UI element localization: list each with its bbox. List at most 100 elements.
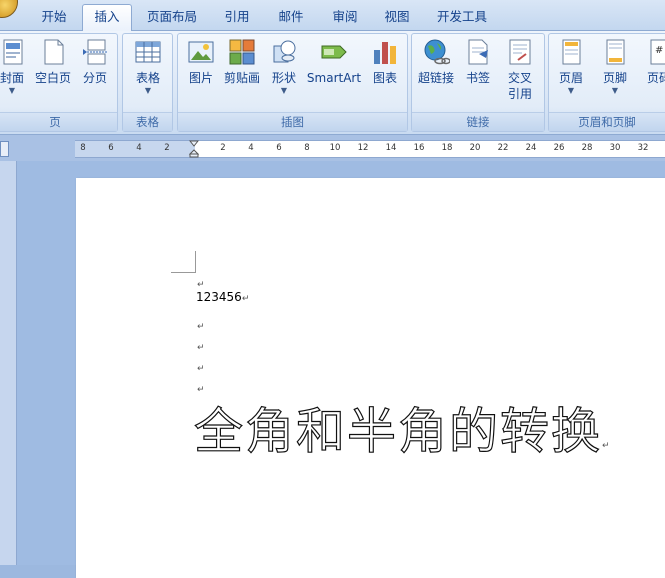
crop-mark (171, 272, 195, 273)
group-links-label: 链接 (412, 112, 544, 131)
chart-label: 图表 (372, 71, 397, 85)
group-pages-label: 页 (0, 112, 117, 131)
page-break-label: 分页 (82, 71, 107, 85)
blank-page-icon (39, 38, 67, 66)
document-workspace: ↵ 123456↵ ↵ ↵ ↵ ↵ 全角和半角的转换↵ (0, 161, 665, 578)
hyperlink-button[interactable]: 超链接 (414, 36, 458, 86)
bookmark-button[interactable]: 书签 (460, 36, 496, 86)
ruler-tick-label: 16 (413, 143, 425, 153)
clipart-label: 剪贴画 (223, 71, 260, 85)
chevron-down-icon: ▼ (280, 86, 288, 95)
shapes-icon (270, 38, 298, 66)
hyperlink-label: 超链接 (417, 71, 454, 85)
group-header-footer-label: 页眉和页脚 (549, 112, 665, 131)
chevron-down-icon: ▼ (611, 86, 619, 95)
footer-button[interactable]: 页脚 ▼ (595, 36, 635, 96)
ruler-tick-label: 10 (329, 143, 341, 153)
tab-review[interactable]: 审阅 (322, 5, 368, 30)
ruler-tick-label: 2 (220, 143, 226, 153)
smartart-icon (320, 38, 348, 66)
clipart-button[interactable]: 剪贴画 (222, 36, 262, 86)
horizontal-ruler[interactable]: 8 6 4 2 2 4 6 8 10 12 14 16 18 20 22 24 … (75, 140, 665, 158)
heading-content: 全角和半角的转换 (193, 402, 603, 460)
page-number-icon: # (645, 38, 665, 66)
paragraph-mark: ↵ (241, 294, 250, 304)
ruler-tick-label: 28 (581, 143, 593, 153)
blank-page-button[interactable]: 空白页 (33, 36, 73, 86)
picture-label: 图片 (188, 71, 213, 85)
table-button[interactable]: 表格 ▼ (128, 36, 168, 96)
vertical-ruler[interactable] (0, 161, 17, 565)
tab-mailings[interactable]: 邮件 (268, 5, 314, 30)
ruler-tick-label: 14 (385, 143, 397, 153)
cover-page-button[interactable]: 封面 ▼ (0, 36, 29, 96)
ruler-tick-label: 8 (304, 143, 310, 153)
tab-developer[interactable]: 开发工具 (428, 5, 496, 30)
page-break-button[interactable]: 分页 (77, 36, 113, 86)
chart-button[interactable]: 图表 (366, 36, 404, 86)
tab-selector[interactable] (0, 141, 9, 157)
header-button[interactable]: 页眉 ▼ (551, 36, 591, 96)
group-pages: 封面 ▼ 空白页 分页 页 (0, 33, 118, 132)
ruler-tick-label: 4 (248, 143, 254, 153)
outlined-heading-text: 全角和半角的转换↵ (193, 392, 610, 463)
group-tables: 表格 ▼ 表格 (122, 33, 173, 132)
ruler-tick-label: 18 (441, 143, 453, 153)
cross-reference-icon (506, 38, 534, 66)
table-icon (134, 38, 162, 66)
footer-label: 页脚 (602, 71, 627, 85)
ruler-bar: 8 6 4 2 2 4 6 8 10 12 14 16 18 20 22 24 … (0, 135, 665, 161)
paragraph-mark: ↵ (197, 280, 205, 290)
office-button[interactable] (0, 0, 18, 18)
group-tables-label: 表格 (123, 112, 172, 131)
tab-home[interactable]: 开始 (28, 5, 80, 30)
svg-text:#: # (655, 45, 663, 56)
clipart-icon (228, 38, 256, 66)
paragraph-mark: ↵ (197, 364, 205, 374)
ribbon: 封面 ▼ 空白页 分页 页 表格 ▼ 表格 图片 剪贴画 形状 ▼ SmartA… (0, 31, 665, 135)
picture-button[interactable]: 图片 (183, 36, 219, 86)
text-line: 123456↵ (196, 290, 249, 304)
ruler-tick-label: 6 (276, 143, 282, 153)
ruler-tick-label: 4 (136, 143, 142, 153)
bookmark-label: 书签 (465, 71, 490, 85)
text-line-content: 123456 (196, 290, 242, 304)
smartart-button[interactable]: SmartArt (306, 36, 362, 86)
ribbon-tab-bar: 开始 插入 页面布局 引用 邮件 审阅 视图 开发工具 (0, 0, 665, 32)
tab-references[interactable]: 引用 (214, 5, 260, 30)
page-number-label: 页码 (646, 71, 665, 85)
group-header-footer: 页眉 ▼ 页脚 ▼ # 页码 页眉和页脚 (548, 33, 665, 132)
ruler-tick-label: 12 (357, 143, 369, 153)
picture-icon (187, 38, 215, 66)
ruler-tick-label: 32 (637, 143, 649, 153)
tab-insert[interactable]: 插入 (82, 4, 132, 32)
document-page[interactable]: ↵ 123456↵ ↵ ↵ ↵ ↵ 全角和半角的转换↵ (76, 178, 665, 578)
shapes-label: 形状 (271, 71, 296, 85)
cross-reference-button[interactable]: 交叉 引用 (500, 36, 540, 102)
chevron-down-icon: ▼ (8, 86, 16, 95)
paragraph-mark: ↵ (197, 343, 205, 353)
tab-page-layout[interactable]: 页面布局 (138, 5, 206, 30)
chevron-down-icon: ▼ (144, 86, 152, 95)
ruler-tick-label: 8 (80, 143, 86, 153)
group-illustrations: 图片 剪贴画 形状 ▼ SmartArt 图表 插图 (177, 33, 408, 132)
header-label: 页眉 (558, 71, 583, 85)
smartart-label: SmartArt (306, 71, 362, 85)
globe-link-icon (422, 38, 451, 66)
shapes-button[interactable]: 形状 ▼ (266, 36, 302, 96)
cross-reference-label-2: 引用 (507, 87, 532, 101)
tab-view[interactable]: 视图 (374, 5, 420, 30)
bookmark-icon (464, 38, 492, 66)
group-links: 超链接 书签 交叉 引用 链接 (411, 33, 545, 132)
blank-page-label: 空白页 (34, 71, 71, 85)
crop-mark (195, 251, 196, 273)
paragraph-mark: ↵ (602, 441, 610, 451)
chevron-down-icon: ▼ (567, 86, 575, 95)
page-number-button[interactable]: # 页码 (639, 36, 665, 86)
cover-page-label: 封面 (0, 71, 24, 85)
page-break-icon (81, 38, 109, 66)
bar-chart-icon (371, 38, 399, 66)
indent-marker[interactable] (188, 140, 200, 158)
paragraph-mark: ↵ (197, 322, 205, 332)
ruler-left-margin (75, 141, 195, 157)
